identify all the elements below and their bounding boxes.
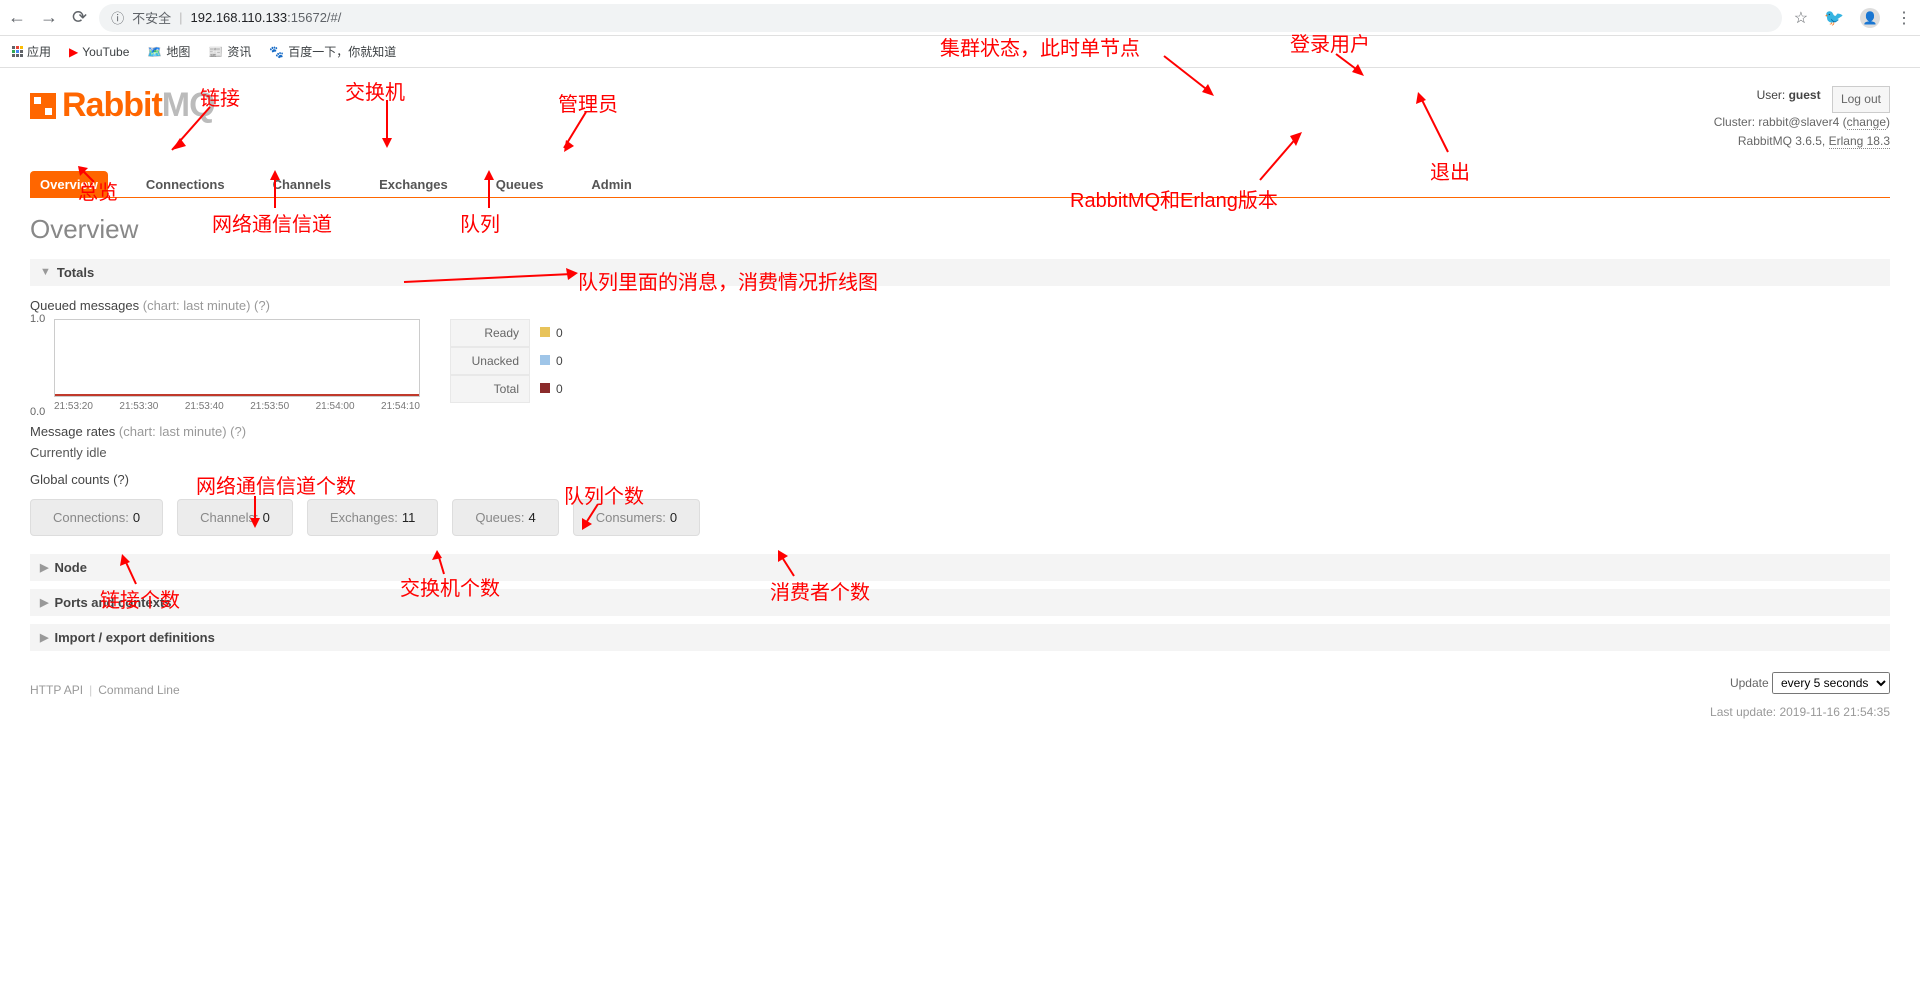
- url-rest: :15672/#/: [287, 10, 341, 25]
- legend-unacked-label: Unacked: [450, 347, 530, 375]
- maps-icon: 🗺️: [147, 45, 162, 59]
- tab-overview[interactable]: Overview: [30, 171, 108, 198]
- chart-legend: Ready0 Unacked0 Total0: [450, 319, 573, 403]
- info-icon: ⓘ: [111, 8, 124, 27]
- tab-exchanges[interactable]: Exchanges: [369, 171, 458, 198]
- logout-button[interactable]: Log out: [1832, 86, 1890, 113]
- chevron-right-icon: ▶: [40, 561, 48, 574]
- tab-admin[interactable]: Admin: [581, 171, 641, 198]
- page-title: Overview: [30, 214, 1890, 245]
- tab-channels[interactable]: Channels: [263, 171, 342, 198]
- count-channels[interactable]: Channels:0: [177, 499, 293, 536]
- user-label: User: guest: [1757, 88, 1821, 102]
- update-interval-select[interactable]: every 5 seconds: [1772, 672, 1890, 694]
- youtube-icon: ▶: [69, 45, 78, 59]
- cli-link[interactable]: Command Line: [98, 683, 179, 697]
- rabbitmq-logo: RabbitMQ: [30, 86, 215, 125]
- back-icon[interactable]: ←: [8, 7, 26, 28]
- rabbitmq-version: RabbitMQ 3.6.5,: [1738, 134, 1825, 148]
- section-import[interactable]: ▶Import / export definitions: [30, 624, 1890, 651]
- browser-address-bar: ← → ⟳ ⓘ 不安全 | 192.168.110.133:15672/#/ ☆…: [0, 0, 1920, 36]
- chevron-right-icon: ▶: [40, 631, 48, 644]
- count-queues[interactable]: Queues:4: [452, 499, 558, 536]
- insecure-label: 不安全: [132, 8, 171, 27]
- section-node[interactable]: ▶Node: [30, 554, 1890, 581]
- currently-idle: Currently idle: [30, 445, 1890, 460]
- main-tabs: Overview Connections Channels Exchanges …: [30, 170, 1890, 198]
- swatch-total-icon: [540, 383, 550, 393]
- count-exchanges[interactable]: Exchanges:11: [307, 499, 438, 536]
- queued-messages-chart: 1.0 0.0 21:53:20 21:53:30 21:53:40 21:53…: [30, 319, 420, 412]
- bookmark-maps[interactable]: 🗺️地图: [147, 43, 190, 60]
- http-api-link[interactable]: HTTP API: [30, 683, 83, 697]
- change-cluster-link[interactable]: change: [1847, 115, 1886, 130]
- grid-icon: [12, 46, 23, 57]
- tab-connections[interactable]: Connections: [136, 171, 235, 198]
- forward-icon[interactable]: →: [40, 7, 58, 28]
- last-update: Last update: 2019-11-16 21:54:35: [30, 705, 1890, 719]
- chart-ymax: 1.0: [30, 313, 45, 325]
- legend-ready-label: Ready: [450, 319, 530, 347]
- queued-messages-heading: Queued messages (chart: last minute) (?): [30, 298, 1890, 313]
- global-counts-heading: Global counts (?): [30, 472, 1890, 487]
- section-ports[interactable]: ▶Ports and contexts: [30, 589, 1890, 616]
- kebab-icon[interactable]: ⋮: [1896, 8, 1912, 28]
- tab-queues[interactable]: Queues: [486, 171, 554, 198]
- bookmarks-bar: 应用 ▶YouTube 🗺️地图 📰资讯 🐾百度一下，你就知道: [0, 36, 1920, 68]
- cluster-name: rabbit@slaver4: [1758, 115, 1839, 129]
- count-connections[interactable]: Connections:0: [30, 499, 163, 536]
- swatch-unacked-icon: [540, 355, 550, 365]
- logo-mark-icon: [30, 93, 56, 119]
- swatch-ready-icon: [540, 327, 550, 337]
- apps-shortcut[interactable]: 应用: [12, 43, 51, 60]
- footer-links: HTTP API|Command Line: [30, 683, 180, 697]
- bookmark-youtube[interactable]: ▶YouTube: [69, 45, 129, 59]
- message-rates-heading: Message rates (chart: last minute) (?): [30, 424, 1890, 439]
- avatar[interactable]: 👤: [1860, 8, 1880, 28]
- news-icon: 📰: [208, 45, 223, 59]
- reload-icon[interactable]: ⟳: [72, 7, 87, 28]
- update-label: Update: [1730, 676, 1769, 690]
- bookmark-baidu[interactable]: 🐾百度一下，你就知道: [269, 43, 396, 60]
- count-consumers[interactable]: Consumers:0: [573, 499, 700, 536]
- legend-total-label: Total: [450, 375, 530, 403]
- chevron-down-icon: ▼: [40, 266, 51, 278]
- bookmark-news[interactable]: 📰资讯: [208, 43, 251, 60]
- star-icon[interactable]: ☆: [1794, 8, 1808, 28]
- section-totals[interactable]: ▼ Totals: [30, 259, 1890, 286]
- chart-ymin: 0.0: [30, 406, 45, 418]
- header-info: User: guest Log out Cluster: rabbit@slav…: [1714, 86, 1890, 152]
- bird-icon[interactable]: 🐦: [1824, 8, 1844, 28]
- url-host: 192.168.110.133: [191, 10, 288, 25]
- chevron-right-icon: ▶: [40, 596, 48, 609]
- erlang-version-link[interactable]: Erlang 18.3: [1829, 134, 1890, 149]
- paw-icon: 🐾: [269, 45, 284, 59]
- address-field[interactable]: ⓘ 不安全 | 192.168.110.133:15672/#/: [99, 4, 1782, 32]
